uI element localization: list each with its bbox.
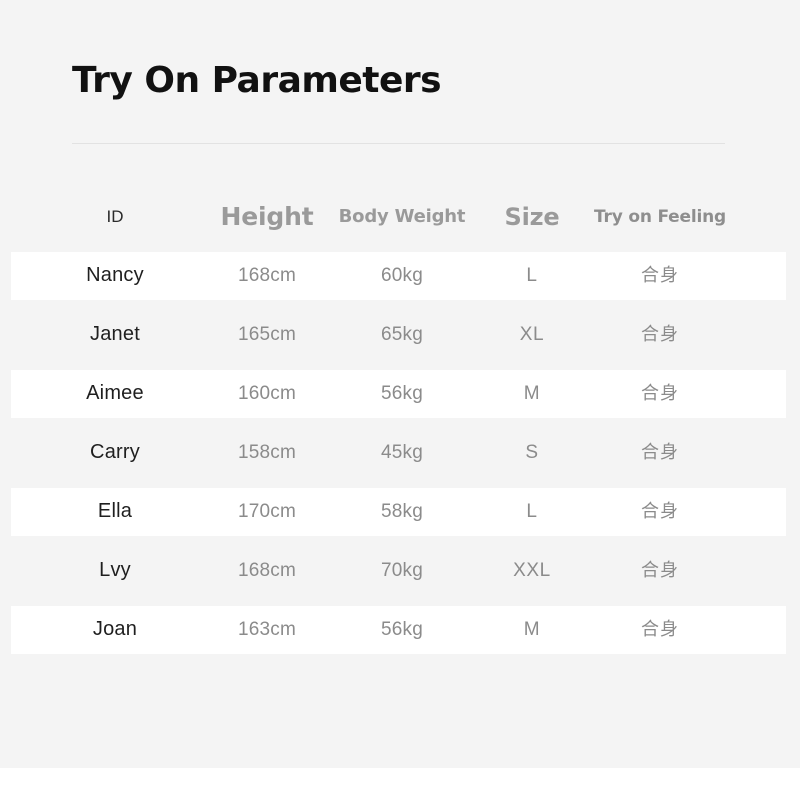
- cell-height: 163cm: [237, 619, 297, 640]
- table-row: Carry 158cm 45kg S 合身: [0, 423, 800, 482]
- table-row: Janet 165cm 65kg XL 合身: [0, 305, 800, 364]
- cell-try-on-feeling: 合身: [641, 442, 679, 462]
- title-divider: [72, 143, 725, 144]
- cell-body-weight: 56kg: [380, 619, 423, 640]
- cell-body-weight: 45kg: [380, 442, 423, 463]
- try-on-parameters-panel: Try On Parameters ID Height Body Weight …: [0, 0, 800, 768]
- cell-try-on-feeling: 合身: [641, 560, 679, 580]
- cell-body-weight: 65kg: [380, 324, 423, 345]
- cell-id: Ella: [97, 500, 133, 522]
- column-header-try-on-feeling: Try on Feeling: [594, 207, 726, 227]
- cell-id: Aimee: [86, 382, 144, 404]
- table-row: Joan 163cm 56kg M 合身: [0, 600, 800, 659]
- cell-id: Janet: [90, 323, 140, 345]
- cell-try-on-feeling: 合身: [641, 265, 679, 285]
- cell-id: Carry: [90, 441, 140, 463]
- cell-id: Nancy: [86, 264, 144, 286]
- cell-body-weight: 70kg: [380, 560, 423, 581]
- cell-id: Joan: [92, 618, 138, 640]
- cell-try-on-feeling: 合身: [641, 383, 679, 403]
- cell-height: 168cm: [237, 560, 297, 581]
- try-on-parameters-table: ID Height Body Weight Size Try on Feelin…: [0, 188, 800, 659]
- cell-try-on-feeling: 合身: [641, 324, 679, 344]
- cell-body-weight: 56kg: [380, 383, 423, 404]
- table-header-row: ID Height Body Weight Size Try on Feelin…: [0, 188, 800, 246]
- table-row: Lvy 168cm 70kg XXL 合身: [0, 541, 800, 600]
- table-row: Aimee 160cm 56kg M 合身: [0, 364, 800, 423]
- cell-height: 158cm: [237, 442, 297, 463]
- cell-height: 165cm: [237, 324, 297, 345]
- cell-height: 160cm: [237, 383, 297, 404]
- cell-id: Lvy: [99, 559, 131, 581]
- cell-body-weight: 58kg: [380, 501, 423, 522]
- cell-try-on-feeling: 合身: [641, 619, 679, 639]
- cell-try-on-feeling: 合身: [641, 501, 679, 521]
- cell-height: 170cm: [237, 501, 297, 522]
- column-header-id: ID: [106, 207, 124, 226]
- page-title: Try On Parameters: [72, 60, 442, 101]
- column-header-body-weight: Body Weight: [338, 206, 466, 227]
- cell-height: 168cm: [237, 265, 297, 286]
- table-row: Nancy 168cm 60kg L 合身: [0, 246, 800, 305]
- table-row: Ella 170cm 58kg L 合身: [0, 482, 800, 541]
- column-header-height: Height: [220, 202, 314, 231]
- cell-body-weight: 60kg: [380, 265, 423, 286]
